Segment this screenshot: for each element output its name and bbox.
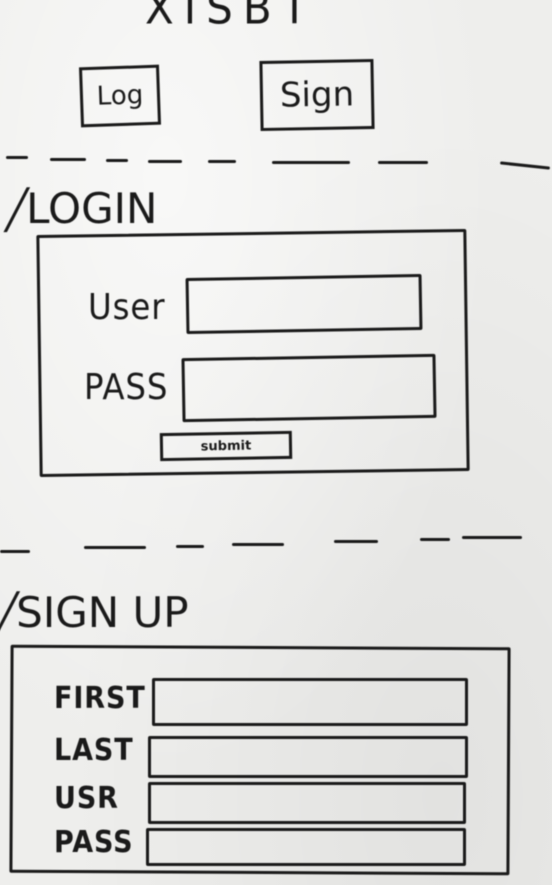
login-submit-label: submit [200,438,252,454]
signup-usr-input[interactable] [148,782,466,824]
login-user-input[interactable] [185,273,423,335]
login-heading: /LOGIN [1,176,158,241]
signup-heading-text: SIGN UP [16,588,189,637]
signup-heading: /SIGN UP [0,580,189,645]
signup-first-label: FIRST [54,681,146,716]
signup-pass-label: PASS [54,825,134,860]
login-user-label: User [88,287,166,328]
nav-log-button[interactable]: Log [78,64,162,128]
app-title: XISBT [145,0,318,35]
nav-sign-label: Sign [279,74,355,116]
login-pass-label: PASS [84,367,169,408]
nav-sign-button[interactable]: Sign [259,59,375,131]
signup-pass-input[interactable] [146,828,466,866]
signup-last-input[interactable] [148,736,468,778]
nav-log-label: Log [96,80,144,112]
signup-first-input[interactable] [152,678,468,726]
login-submit-button[interactable]: submit [159,430,293,462]
login-pass-input[interactable] [181,353,437,423]
signup-last-label: LAST [54,733,134,768]
signup-usr-label: USR [54,781,119,816]
login-heading-text: LOGIN [26,184,158,233]
